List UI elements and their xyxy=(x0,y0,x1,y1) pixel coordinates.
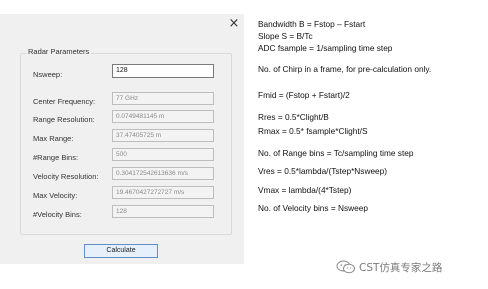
note-vres: Vres = 0.5*lambda/(Tstep*Nsweep) xyxy=(258,166,388,176)
velocity-resolution-field: 0.304172542613636 m/s xyxy=(112,167,214,180)
note-adc-fsample: ADC fsample = 1/sampling time step xyxy=(258,43,393,53)
note-vmax: Vmax = lambda/(4*Tstep) xyxy=(258,185,352,195)
note-fmid: Fmid = (Fstop + Fstart)/2 xyxy=(258,90,350,100)
note-rmax: Rmax = 0.5* fsample*Clight/S xyxy=(258,126,368,136)
center-frequency-field: 77 GHz xyxy=(112,92,214,105)
max-range-field: 37.47405725 m xyxy=(112,129,214,142)
note-rres: Rres = 0.5*Clight/B xyxy=(258,112,329,122)
nsweep-input[interactable]: 128 xyxy=(112,64,214,78)
range-resolution-field: 0.0749481145 m xyxy=(112,110,214,123)
note-slope: Slope S = B/Tc xyxy=(258,31,313,41)
note-range-bins: No. of Range bins = Tc/sampling time ste… xyxy=(258,148,414,158)
velocity-bins-label: #Velocity Bins: xyxy=(33,210,82,219)
note-bandwidth: Bandwidth B = Fstop – Fstart xyxy=(258,19,366,29)
wechat-icon xyxy=(336,260,355,274)
range-bins-field: 500 xyxy=(112,148,214,161)
close-icon[interactable]: × xyxy=(227,17,241,31)
max-velocity-field: 19.4670427272727 m/s xyxy=(112,186,214,199)
group-title: Radar Parameters xyxy=(26,47,92,56)
calculate-button[interactable]: Calculate xyxy=(84,244,158,258)
note-nsweep: No. of Chirp in a frame, for pre-calcula… xyxy=(258,64,432,74)
max-velocity-label: Max Velocity: xyxy=(33,191,78,200)
nsweep-label: Nsweep: xyxy=(33,70,63,79)
center-frequency-label: Center Frequency: xyxy=(33,97,96,106)
range-resolution-label: Range Resolution: xyxy=(33,115,95,124)
max-range-label: Max Range: xyxy=(33,134,74,143)
note-velocity-bins: No. of Velocity bins = Nsweep xyxy=(258,203,368,213)
velocity-resolution-label: Velocity Resolution: xyxy=(33,172,99,181)
watermark: CST仿真专家之路 xyxy=(336,257,442,277)
velocity-bins-field: 128 xyxy=(112,205,214,218)
range-bins-label: #Range Bins: xyxy=(33,153,79,162)
watermark-text: CST仿真专家之路 xyxy=(359,261,443,274)
